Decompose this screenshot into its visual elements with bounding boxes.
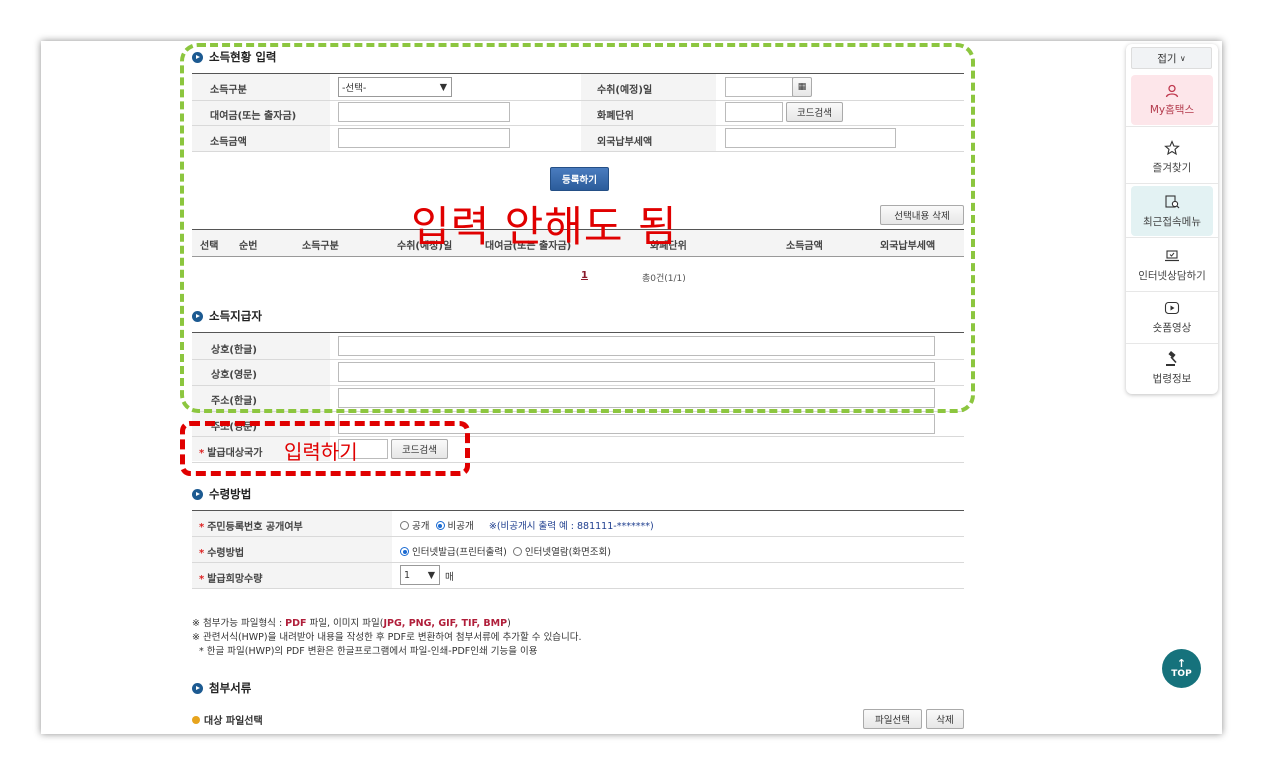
radio-checked-icon	[400, 547, 409, 556]
play-icon	[1164, 301, 1180, 315]
document-search-icon	[1165, 195, 1180, 209]
sidebar-item-shorts[interactable]: 숏폼영상	[1126, 292, 1218, 344]
delete-file-button[interactable]: 삭제	[926, 709, 964, 729]
method-radio-group: 인터넷발급(프린터출력) 인터넷열람(화면조회)	[400, 544, 611, 558]
radio-checked-icon	[435, 521, 445, 530]
method-radio-print[interactable]: 인터넷발급(프린터출력)	[400, 547, 507, 558]
receive-title: 수령방법	[192, 486, 251, 502]
star-icon	[1164, 140, 1180, 156]
chevron-down-icon: ∨	[1179, 53, 1186, 63]
attach-title: 첨부서류	[192, 680, 251, 696]
rrn-note: ※(비공개시 출력 예 : 881111-*******)	[488, 521, 654, 532]
radio-icon	[400, 521, 409, 530]
sidebar-item-law[interactable]: 법령정보	[1126, 343, 1218, 394]
method-radio-view[interactable]: 인터넷열람(화면조회)	[512, 547, 611, 558]
label-rrn-disclosure: * 주민등록번호 공개여부	[199, 522, 303, 533]
row-divider	[192, 562, 964, 563]
note-hwp: ※ 관련서식(HWP)을 내려받아 내용을 작성한 후 PDF로 변환하여 첨부…	[192, 632, 582, 643]
row-divider	[192, 536, 964, 537]
section-bullet-icon	[192, 682, 203, 694]
laptop-icon	[1165, 250, 1179, 262]
sidebar-item-favorites[interactable]: 즐겨찾기	[1126, 132, 1218, 184]
rrn-radio-group: 공개 비공개 ※(비공개시 출력 예 : 881111-*******)	[400, 518, 654, 532]
select-file-button[interactable]: 파일선택	[863, 709, 922, 729]
annotation-do-input-text: 입력하기	[284, 440, 358, 464]
rrn-radio-public[interactable]: 공개	[400, 521, 429, 532]
annotation-no-input-text: 입력 안해도 됨	[411, 202, 678, 251]
label-receive-method: * 수령방법	[199, 548, 245, 559]
row-divider	[192, 588, 964, 589]
user-icon	[1165, 84, 1179, 98]
note-pdf-convert: * 한글 파일(HWP)의 PDF 변환은 한글프로그램에서 파일-인쇄-PDF…	[199, 646, 538, 657]
gavel-icon	[1166, 351, 1177, 366]
orange-dot-icon	[192, 715, 200, 724]
note-file-formats: ※ 첨부가능 파일형식 : PDF 파일, 이미지 파일(JPG, PNG, G…	[192, 618, 511, 629]
chevron-down-icon: ▼	[427, 569, 435, 581]
quick-menu-sidebar: 접기 ∨ My홈택스 즐겨찾기 최근접속메뉴 인터넷상담하기 숏폼영상 법령정보	[1126, 44, 1218, 394]
quantity-select[interactable]: 1 ▼	[400, 565, 440, 585]
sidebar-item-recent[interactable]: 최근접속메뉴	[1126, 186, 1218, 238]
label-quantity: * 발급희망수량	[199, 574, 263, 585]
collapse-button[interactable]: 접기 ∨	[1131, 47, 1212, 69]
sidebar-item-my-hometax[interactable]: My홈택스	[1126, 75, 1218, 127]
section-bullet-icon	[192, 488, 203, 500]
scroll-top-button[interactable]: ↑ TOP	[1162, 649, 1201, 688]
arrow-up-icon: ↑	[1176, 656, 1187, 670]
rrn-radio-private[interactable]: 비공개	[435, 521, 474, 532]
sidebar-item-consult[interactable]: 인터넷상담하기	[1126, 240, 1218, 292]
radio-icon	[512, 547, 522, 556]
attach-target-label: 대상 파일선택	[192, 712, 263, 727]
quantity-unit: 매	[445, 572, 454, 583]
screenshot-frame: 소득현황 입력 소득구분 -선택- ▼ 수취(예정)일 ▦ 대여금(또는 출자금…	[41, 41, 1222, 734]
